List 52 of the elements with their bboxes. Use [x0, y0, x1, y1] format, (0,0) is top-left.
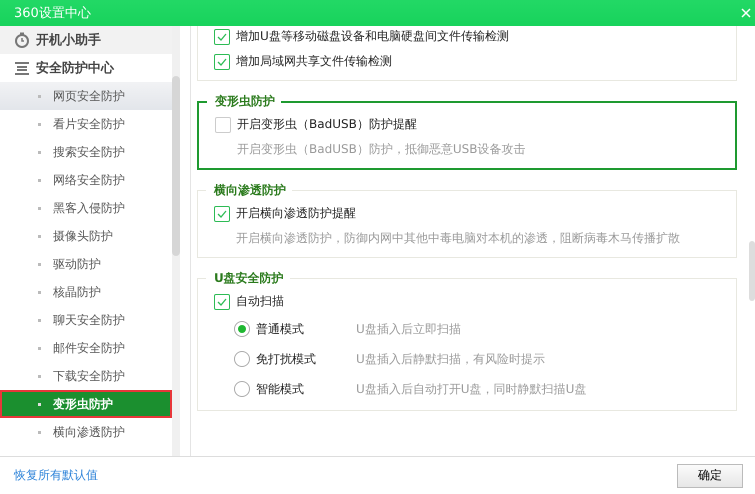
checkbox-label: 增加局域网共享文件传输检测 [236, 53, 392, 70]
ok-button[interactable]: 确定 [677, 464, 743, 488]
sidebar-item[interactable]: 横向渗透防护 [0, 418, 172, 446]
sidebar-item[interactable]: 核晶防护 [0, 278, 172, 306]
checkbox-label: 自动扫描 [236, 293, 284, 310]
group-title: U盘安全防护 [213, 270, 285, 287]
checkbox[interactable] [214, 28, 230, 44]
sidebar-item[interactable]: 网页安全防护 [0, 82, 172, 110]
radio-button[interactable] [234, 351, 250, 367]
sidebar-item[interactable]: 黑客入侵防护 [0, 194, 172, 222]
checkbox[interactable] [215, 116, 231, 132]
radio-label: 智能模式 [256, 380, 305, 398]
restore-defaults-link[interactable]: 恢复所有默认值 [14, 467, 98, 484]
option-description: 开启横向渗透防护，防御内网中其他中毒电脑对本机的渗透，阻断病毒木马传播扩散 [235, 230, 681, 247]
scrollbar[interactable] [172, 26, 180, 456]
sidebar-item[interactable]: 聊天安全防护 [0, 306, 172, 334]
sidebar-header[interactable]: 开机小助手 [0, 26, 172, 54]
sidebar-header[interactable]: 安全防护中心 [0, 54, 172, 82]
sidebar-item[interactable]: 搜索安全防护 [0, 138, 172, 166]
radio-button[interactable] [234, 321, 250, 337]
group-title: 横向渗透防护 [212, 182, 287, 199]
option-description: U盘插入后立即扫描 [356, 320, 461, 338]
checkmark-icon [217, 56, 227, 66]
checkbox[interactable] [214, 206, 230, 222]
sidebar-item[interactable]: 变形虫防护 [0, 390, 172, 418]
sidebar-header-label: 安全防护中心 [36, 60, 114, 77]
radio-button[interactable] [234, 381, 250, 397]
radio-label: 普通模式 [256, 320, 305, 338]
checkbox[interactable] [214, 54, 230, 70]
stopwatch-icon [14, 32, 30, 48]
checkbox[interactable] [214, 294, 230, 310]
checkbox-label: 开启变形虫（BadUSB）防护提醒 [237, 116, 417, 133]
layers-icon [14, 60, 30, 76]
sidebar-item[interactable]: 驱动防护 [0, 250, 172, 278]
option-description: 开启变形虫（BadUSB）防护，抵御恶意USB设备攻击 [236, 141, 526, 158]
checkbox-label: 开启横向渗透防护提醒 [236, 205, 356, 222]
sidebar-header-label: 开机小助手 [36, 32, 101, 49]
sidebar-item[interactable]: 邮件安全防护 [0, 334, 172, 362]
checkmark-icon [217, 32, 227, 42]
radio-label: 免打扰模式 [256, 350, 317, 368]
group-title: 变形虫防护 [214, 93, 276, 110]
option-description: U盘插入后自动打开U盘，同时静默扫描U盘 [356, 380, 586, 398]
sidebar-item[interactable]: 摄像头防护 [0, 222, 172, 250]
checkmark-icon [217, 296, 227, 306]
option-description: U盘插入后静默扫描，有风险时提示 [356, 350, 545, 368]
close-icon[interactable] [741, 8, 751, 18]
checkbox-label: 增加U盘等移动磁盘设备和电脑硬盘间文件传输检测 [236, 28, 509, 45]
window-title: 360设置中心 [14, 5, 91, 22]
sidebar-item[interactable]: 网络安全防护 [0, 166, 172, 194]
sidebar-item[interactable]: 下载安全防护 [0, 362, 172, 390]
sidebar-item[interactable]: 看片安全防护 [0, 110, 172, 138]
checkmark-icon [217, 208, 227, 218]
